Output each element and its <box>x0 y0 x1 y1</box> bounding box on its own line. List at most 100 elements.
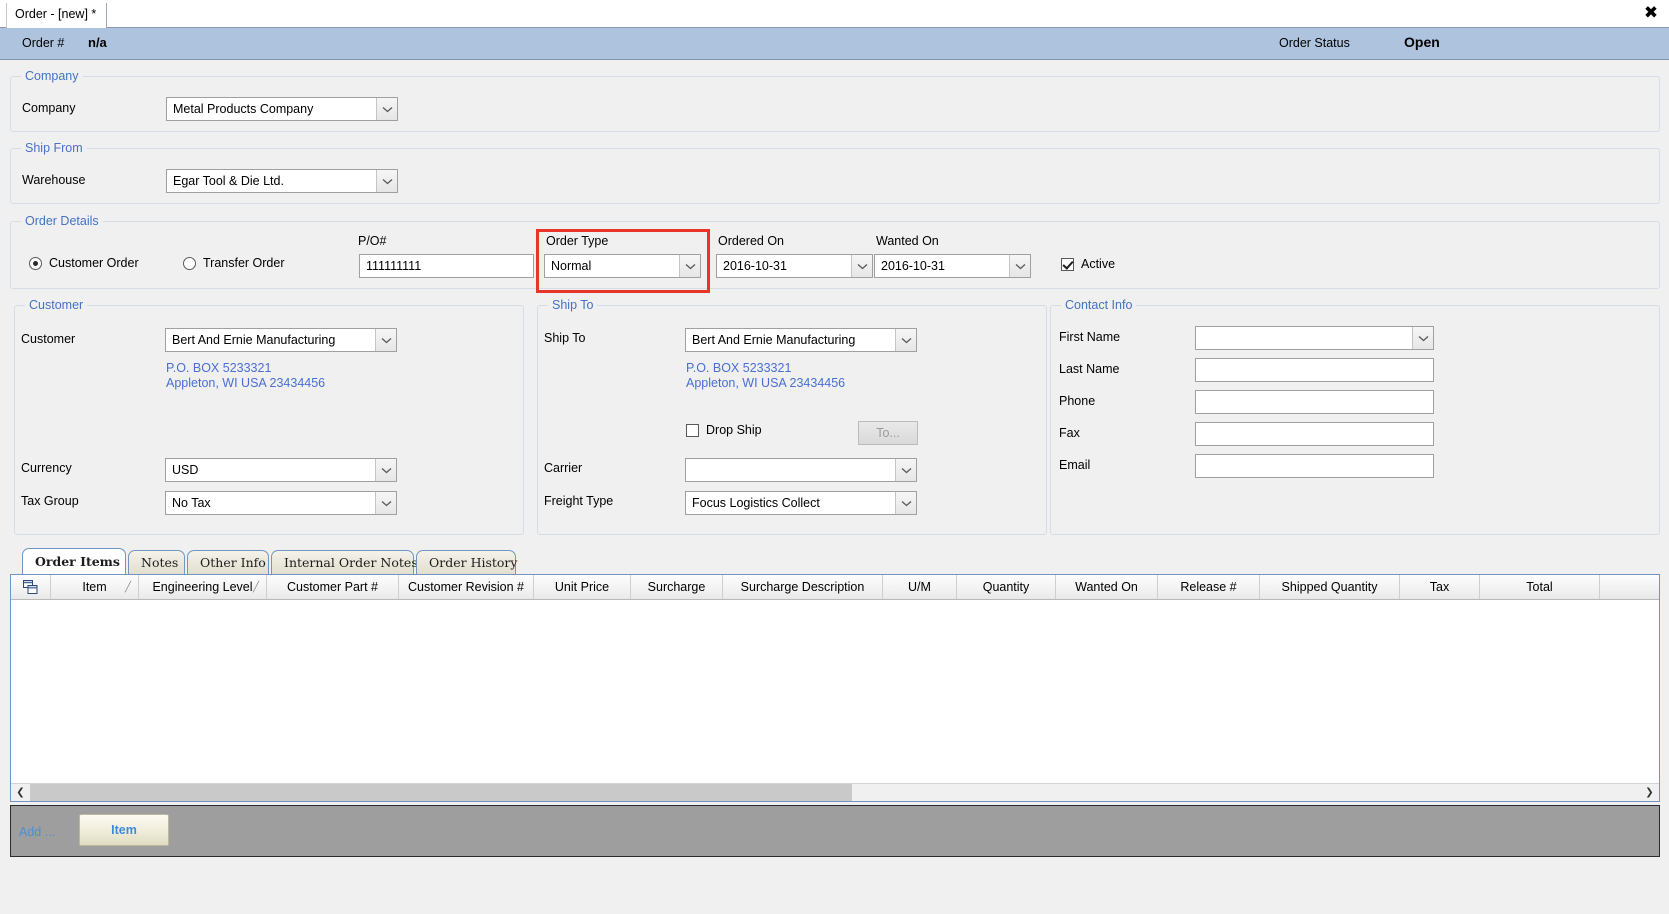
chevron-down-icon[interactable] <box>895 459 916 481</box>
customer-address-line2: Appleton, WI USA 23434456 <box>166 376 326 390</box>
first-name-label: First Name <box>1059 330 1121 344</box>
customer-label: Customer <box>21 332 76 346</box>
tab-other-info[interactable]: Other Info <box>187 550 269 574</box>
document-tab-order[interactable]: Order - [new] * <box>6 3 108 28</box>
chevron-down-icon[interactable] <box>376 170 397 192</box>
grid-horizontal-scrollbar[interactable]: ❮ ❯ <box>11 783 1659 801</box>
grid-column-header-item[interactable]: Item ╱ <box>51 575 139 599</box>
ship-to-combo-value: Bert And Ernie Manufacturing <box>692 333 856 347</box>
company-label: Company <box>22 101 76 115</box>
fax-input[interactable] <box>1195 422 1434 446</box>
order-number-value: n/a <box>88 35 107 50</box>
add-item-button-label: Item <box>111 823 137 837</box>
company-group-legend: Company <box>21 69 83 83</box>
checkbox-indicator-drop-ship <box>686 423 699 437</box>
grid-column-header-customer-part[interactable]: Customer Part # <box>267 575 399 599</box>
grid-column-header-u-m[interactable]: U/M <box>883 575 957 599</box>
order-entry-window: Order - [new] * ✖ Order # n/a Order Stat… <box>0 0 1669 914</box>
ship-to-address-line1: P.O. BOX 5233321 <box>686 361 792 375</box>
add-item-button[interactable]: Item <box>79 814 169 846</box>
order-type-label: Order Type <box>546 234 609 248</box>
tab-order-items[interactable]: Order Items <box>22 548 126 574</box>
radio-indicator-transfer-order <box>183 256 196 270</box>
order-details-group-legend: Order Details <box>21 214 103 228</box>
tab-order-history[interactable]: Order History <box>416 550 517 574</box>
grid-column-header-unit-price[interactable]: Unit Price <box>534 575 631 599</box>
chevron-down-icon[interactable] <box>375 329 396 351</box>
phone-input[interactable] <box>1195 390 1434 414</box>
freight-type-combo[interactable]: Focus Logistics Collect <box>685 491 917 515</box>
grid-column-header-wanted-on[interactable]: Wanted On <box>1056 575 1158 599</box>
grid-column-header-total[interactable]: Total <box>1480 575 1600 599</box>
detail-tabs: Order Items Notes Other Info Internal Order… <box>10 548 1660 574</box>
sort-indicator-icon: ╱ <box>252 581 259 593</box>
grid-column-header-label: Surcharge Description <box>740 580 865 594</box>
order-status-value: Open <box>1404 34 1440 50</box>
customer-combo[interactable]: Bert And Ernie Manufacturing <box>165 328 397 352</box>
grid-column-header-label: Release # <box>1180 580 1237 594</box>
wanted-on-datepicker[interactable]: 2016-10-31 <box>874 254 1031 278</box>
chevron-down-icon[interactable] <box>1009 255 1030 277</box>
drop-ship-to-button[interactable]: To... <box>858 421 918 445</box>
drop-ship-checkbox[interactable]: Drop Ship <box>686 423 762 437</box>
grid-column-header-quantity[interactable]: Quantity <box>957 575 1056 599</box>
warehouse-label: Warehouse <box>22 173 86 187</box>
chevron-down-icon[interactable] <box>375 492 396 514</box>
customer-group-legend: Customer <box>25 298 88 312</box>
last-name-input[interactable] <box>1195 358 1434 382</box>
chevron-down-icon[interactable] <box>1412 327 1433 349</box>
chevron-down-icon[interactable] <box>679 255 700 277</box>
grid-column-header-label: Quantity <box>982 580 1030 594</box>
ship-to-combo[interactable]: Bert And Ernie Manufacturing <box>685 328 917 352</box>
order-type-combo[interactable]: Normal <box>544 254 701 278</box>
add-action-bar: Add ... Item <box>10 805 1660 857</box>
carrier-label: Carrier <box>544 461 583 475</box>
transfer-order-radio[interactable]: Transfer Order <box>183 256 285 270</box>
ship-to-group-legend: Ship To <box>548 298 598 312</box>
carrier-combo[interactable] <box>685 458 917 482</box>
grid-column-header-release[interactable]: Release # <box>1158 575 1260 599</box>
grid-column-header-surcharge-description[interactable]: Surcharge Description <box>723 575 883 599</box>
tab-notes[interactable]: Notes <box>128 550 185 574</box>
scrollbar-track[interactable] <box>30 784 1640 801</box>
company-combo[interactable]: Metal Products Company <box>166 97 398 121</box>
active-checkbox[interactable]: Active <box>1061 257 1115 271</box>
chevron-down-icon[interactable] <box>895 329 916 351</box>
grid-header-row: Item ╱ Engineering Level ╱ Customer Part # Cu… <box>11 575 1659 600</box>
tab-label: Notes <box>141 555 179 570</box>
ship-to-group: Ship To Ship To Bert And Ernie Manufactu… <box>537 298 1047 535</box>
grid-column-header-tax[interactable]: Tax <box>1400 575 1480 599</box>
chevron-down-icon[interactable] <box>375 459 396 481</box>
warehouse-combo[interactable]: Egar Tool & Die Ltd. <box>166 169 398 193</box>
grid-select-icon[interactable] <box>11 575 51 599</box>
scrollbar-thumb[interactable] <box>30 784 852 801</box>
po-number-value: 111111111 <box>366 259 422 273</box>
email-input[interactable] <box>1195 454 1434 478</box>
ordered-on-label: Ordered On <box>718 234 785 248</box>
tab-internal-order-notes[interactable]: Internal Order Notes <box>271 550 418 574</box>
last-name-label: Last Name <box>1059 362 1120 376</box>
close-icon[interactable]: ✖ <box>1641 3 1661 23</box>
grid-column-header-shipped-quantity[interactable]: Shipped Quantity <box>1260 575 1400 599</box>
ordered-on-datepicker[interactable]: 2016-10-31 <box>716 254 873 278</box>
customer-order-radio[interactable]: Customer Order <box>29 256 139 270</box>
po-number-label: P/O# <box>358 234 387 248</box>
chevron-down-icon[interactable] <box>851 255 872 277</box>
ship-to-address-line2: Appleton, WI USA 23434456 <box>686 376 846 390</box>
chevron-down-icon[interactable] <box>895 492 916 514</box>
customer-group: Customer Customer Bert And Ernie Manufac… <box>14 298 524 535</box>
grid-column-header-engineering-level[interactable]: Engineering Level ╱ <box>139 575 267 599</box>
chevron-right-icon[interactable]: ❯ <box>1640 784 1659 801</box>
grid-column-header-label: Tax <box>1429 580 1450 594</box>
grid-body[interactable] <box>11 600 1659 778</box>
chevron-left-icon[interactable]: ❮ <box>11 784 30 801</box>
chevron-down-icon[interactable] <box>376 98 397 120</box>
currency-label: Currency <box>21 461 72 475</box>
grid-column-header-surcharge[interactable]: Surcharge <box>631 575 723 599</box>
contact-info-group: Contact Info First Name Last Name Phone … <box>1050 298 1660 535</box>
tax-group-combo[interactable]: No Tax <box>165 491 397 515</box>
currency-combo[interactable]: USD <box>165 458 397 482</box>
first-name-combo[interactable] <box>1195 326 1434 350</box>
po-number-input[interactable]: 111111111 <box>359 254 534 278</box>
grid-column-header-customer-revision[interactable]: Customer Revision # <box>399 575 534 599</box>
